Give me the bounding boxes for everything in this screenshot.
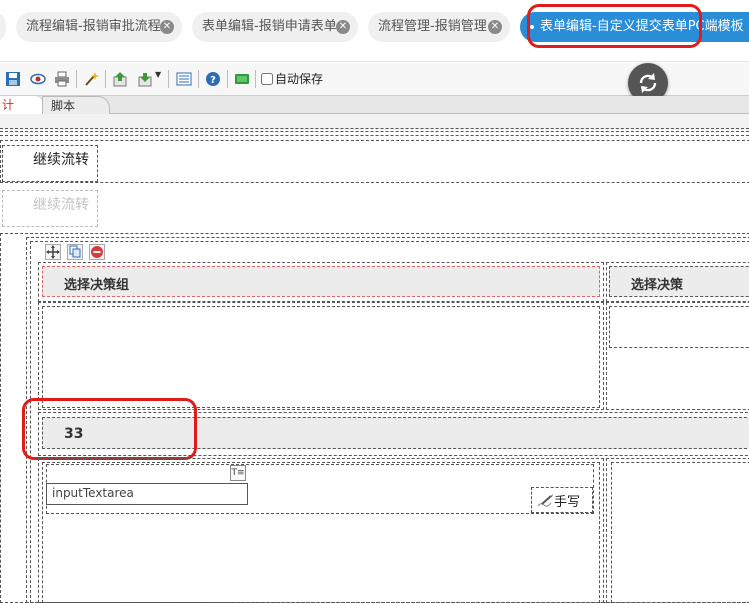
canvas-border-top-2 <box>0 131 749 132</box>
canvas-border-top-3 <box>0 135 749 136</box>
autosave-checkbox[interactable] <box>261 73 273 85</box>
help-icon[interactable]: ? <box>205 71 221 87</box>
toolbar-separator <box>76 70 77 88</box>
handwrite-label: 手写 <box>554 495 581 510</box>
toolbar-separator <box>168 70 169 88</box>
tab-bar: 流程编辑-报销审批流程 ✕ 表单编辑-报销申请表单 ✕ 流程管理-报销管理 ✕ … <box>0 0 749 62</box>
tab-process-edit[interactable]: 流程编辑-报销审批流程 ✕ <box>16 12 182 42</box>
decision-header[interactable]: 选择决策 <box>609 266 749 297</box>
continue-flow-row <box>0 140 749 183</box>
editor-mode-tabs: 计 脚本 <box>0 96 749 115</box>
toolbar-separator <box>198 70 199 88</box>
magic-wand-icon[interactable] <box>83 71 99 87</box>
close-icon[interactable]: ✕ <box>160 20 174 34</box>
annotation-callout-tab <box>527 4 702 48</box>
decision-group-content-inner[interactable] <box>42 306 600 408</box>
autosave-label: 自动保存 <box>275 72 324 86</box>
tab-script[interactable]: 脚本 <box>42 96 110 115</box>
tab-label: 流程编辑-报销审批流程 <box>26 19 161 34</box>
textarea-field[interactable]: inputTextarea <box>46 483 248 505</box>
svg-text:?: ? <box>210 75 216 86</box>
continue-flow-label: 继续流转 <box>33 152 89 168</box>
chevron-down-icon[interactable]: ▼ <box>155 70 161 79</box>
copy-icon[interactable] <box>67 244 83 260</box>
delete-icon[interactable] <box>89 244 105 260</box>
handwrite-button[interactable]: 手写 <box>531 487 593 513</box>
textarea-type-icon: T≡ <box>230 465 246 481</box>
decision-header-label: 选择决策 <box>631 278 684 293</box>
textarea-placeholder: inputTextarea <box>52 486 134 500</box>
continue-flow-button-disabled: 继续流转 <box>2 190 98 227</box>
right-lower-cell-inner <box>611 462 749 603</box>
tab-design[interactable]: 计 <box>0 96 45 114</box>
save-icon[interactable] <box>5 71 21 87</box>
list-icon[interactable] <box>176 71 192 87</box>
toolbar-separator <box>105 70 106 88</box>
close-icon[interactable]: ✕ <box>488 20 502 34</box>
tab-label: 表单编辑-报销申请表单 <box>202 19 337 34</box>
tab-partial[interactable] <box>0 12 6 42</box>
decision-group-header-label: 选择决策组 <box>64 278 130 293</box>
decision-group-header[interactable]: 选择决策组 <box>42 266 600 297</box>
tab-form-edit-expense[interactable]: 表单编辑-报销申请表单 ✕ <box>192 12 358 42</box>
continue-flow-label-disabled: 继续流转 <box>33 197 89 213</box>
canvas-border-top <box>0 128 749 129</box>
import-icon[interactable] <box>112 71 128 87</box>
preview-eye-icon[interactable] <box>30 71 46 87</box>
decision-content-inner[interactable] <box>609 306 749 348</box>
continue-flow-button[interactable]: 继续流转 <box>2 145 98 182</box>
toolbar-separator <box>227 70 228 88</box>
export-icon[interactable] <box>137 71 153 87</box>
print-icon[interactable] <box>54 71 70 87</box>
pen-signature-icon <box>537 494 553 507</box>
tab-process-manage[interactable]: 流程管理-报销管理 ✕ <box>368 12 510 42</box>
autosave-toggle[interactable]: 自动保存 <box>261 71 323 87</box>
toolbar-separator <box>255 70 256 88</box>
component-toolbar <box>45 244 107 260</box>
publish-icon[interactable] <box>234 71 250 87</box>
tab-label: 流程管理-报销管理 <box>378 19 487 34</box>
close-icon[interactable]: ✕ <box>336 20 350 34</box>
move-handle-icon[interactable] <box>45 244 61 260</box>
annotation-callout-section <box>22 398 197 460</box>
